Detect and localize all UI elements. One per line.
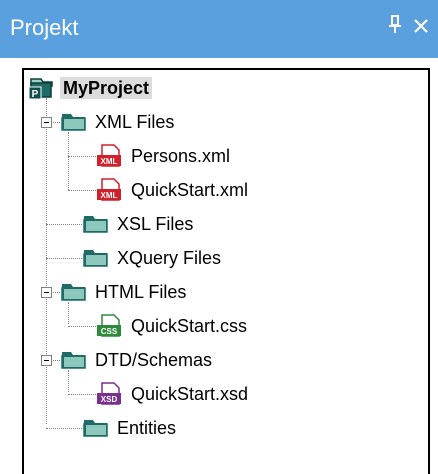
css-file-icon: CSS [97,314,121,337]
tree-node-label: DTD/Schemas [95,350,213,370]
tree-line [46,224,82,225]
folder-icon [83,420,108,437]
collapse-html-files-button[interactable] [41,287,52,298]
project-tree-area: P MyProject XML Files XML Persons.xml XM… [8,58,430,474]
tree-node-xml-files[interactable]: XML Files [60,108,177,136]
pin-icon[interactable] [386,14,404,42]
tree-line [68,156,96,157]
tree-line [46,98,47,424]
tree-line [68,394,96,395]
panel-title-bar[interactable]: Projekt [0,0,438,58]
tree-node-quickstart-css[interactable]: CSS QuickStart.css [96,312,250,340]
folder-icon [83,250,108,267]
tree-node-label: XML Files [95,112,175,132]
xml-file-icon: XML [97,178,121,201]
tree-line [68,132,69,190]
tree-node-label: Persons.xml [131,146,231,166]
project-panel: Projekt P MyProject XML Files XML Person… [0,0,438,474]
tree-node-label: QuickStart.xsd [131,384,249,404]
svg-text:XML: XML [101,191,118,200]
tree-node-myproject[interactable]: P MyProject [28,74,153,102]
tree-line [68,190,96,191]
tree-node-dtd-schemas[interactable]: DTD/Schemas [60,346,215,374]
tree-node-label: XSL Files [117,214,194,234]
tree-node-persons-xml[interactable]: XML Persons.xml [96,142,233,170]
svg-text:P: P [32,89,39,100]
project-tree[interactable]: P MyProject XML Files XML Persons.xml XM… [22,68,430,474]
tree-node-label: QuickStart.xml [131,180,249,200]
tree-line [46,428,82,429]
xsd-file-icon: XSD [97,382,121,405]
project-icon: P [28,78,53,100]
svg-text:XSD: XSD [101,395,118,404]
tree-node-html-files[interactable]: HTML Files [60,278,189,306]
xml-file-icon: XML [97,144,121,167]
tree-node-label: Entities [117,418,177,438]
folder-icon [83,216,108,233]
tree-node-label: QuickStart.css [131,316,248,336]
tree-node-xquery-files[interactable]: XQuery Files [82,244,224,272]
panel-title: Projekt [10,15,79,40]
collapse-xml-files-button[interactable] [41,117,52,128]
tree-node-quickstart-xml[interactable]: XML QuickStart.xml [96,176,251,204]
tree-node-quickstart-xsd[interactable]: XSD QuickStart.xsd [96,380,251,408]
folder-icon [61,284,86,301]
svg-text:CSS: CSS [101,327,118,336]
collapse-dtd-schemas-button[interactable] [41,355,52,366]
tree-line [68,326,96,327]
svg-text:XML: XML [101,157,118,166]
tree-node-xsl-files[interactable]: XSL Files [82,210,196,238]
folder-icon [61,352,86,369]
folder-icon [61,114,86,131]
tree-node-label: MyProject [60,77,153,99]
tree-node-label: XQuery Files [117,248,222,268]
tree-line [46,258,82,259]
tree-node-label: HTML Files [95,282,187,302]
close-icon[interactable] [410,14,432,42]
tree-node-entities[interactable]: Entities [82,414,179,442]
